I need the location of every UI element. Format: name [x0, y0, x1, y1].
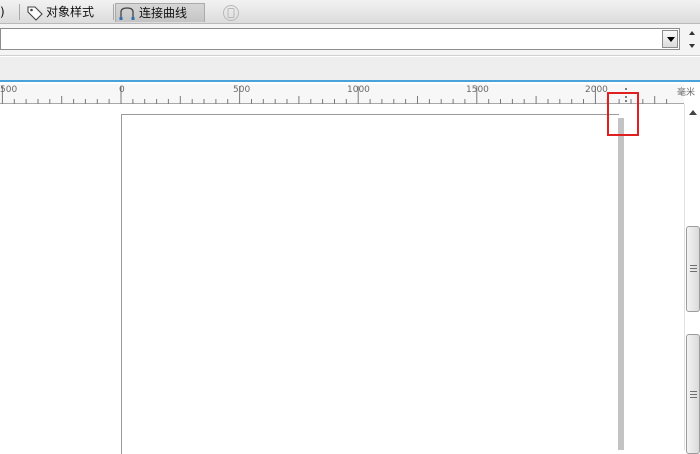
tab-partial[interactable]: ) [0, 3, 18, 22]
ruler-label: 1000 [347, 85, 370, 95]
connector-icon [118, 5, 136, 22]
page-boundary[interactable] [121, 114, 619, 454]
tab-clipboard[interactable] [222, 3, 242, 22]
toolbar-band [0, 57, 700, 82]
vertical-scrollbar[interactable] [684, 104, 700, 454]
property-bar [0, 24, 700, 56]
property-combobox[interactable] [0, 28, 680, 50]
spin-down-icon [689, 44, 695, 48]
scrollbar-thumb[interactable] [686, 334, 700, 454]
spinner-buttons[interactable] [684, 27, 700, 52]
tab-object-styles[interactable]: 对象样式 [26, 3, 112, 22]
horizontal-ruler[interactable]: 500 0 500 1000 1500 2000 毫米 [0, 84, 695, 104]
ruler-ticks [1, 86, 668, 104]
ruler-label: 500 [233, 85, 251, 95]
chevron-down-icon[interactable] [662, 30, 678, 48]
tab-partial-label: ) [0, 5, 5, 19]
tab-connector-curves[interactable]: 连接曲线 [115, 3, 205, 22]
scroll-up-icon[interactable] [685, 105, 700, 119]
ruler-unit-label: 毫米 [677, 88, 696, 98]
tab-connector-curves-label: 连接曲线 [139, 6, 188, 20]
spin-up-icon [689, 31, 695, 35]
tag-icon [26, 4, 44, 21]
tab-separator [19, 4, 20, 20]
scrollbar-thumb[interactable] [686, 226, 700, 312]
ruler-label: 500 [0, 85, 18, 95]
page-shadow [618, 118, 624, 450]
clipboard-icon [222, 4, 240, 21]
tab-separator [113, 4, 114, 20]
tab-object-styles-label: 对象样式 [46, 5, 95, 19]
ruler-label: 1500 [466, 85, 489, 95]
docker-tab-strip: ) 对象样式 连接曲线 [0, 0, 700, 24]
highlight-box [607, 92, 639, 136]
ruler-label: 0 [119, 85, 125, 95]
ruler-label: 2000 [585, 85, 608, 95]
